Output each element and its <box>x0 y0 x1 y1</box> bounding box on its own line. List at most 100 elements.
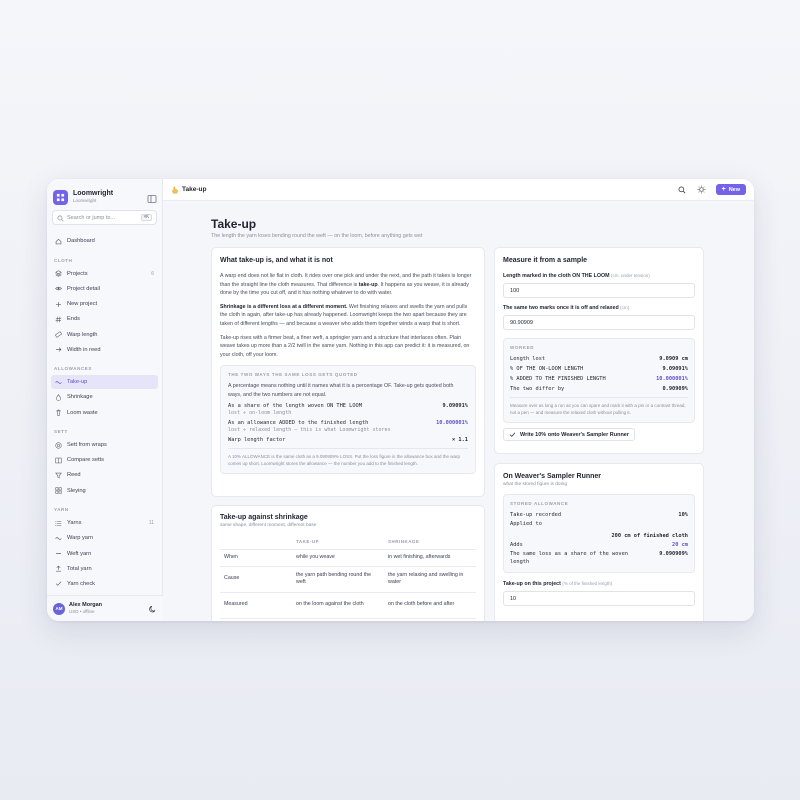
upload-icon <box>55 565 62 572</box>
sidebar-item-yarns[interactable]: Yarns 11 <box>51 516 158 531</box>
text-span: Length marked in the cloth ON THE LOOM <box>503 273 610 279</box>
sidebar-item-sett-from-wraps[interactable]: Sett from wraps <box>51 438 158 453</box>
quote-row-loss: As a share of the length woven ON THE LO… <box>228 403 468 409</box>
table-cell: in wet finishing, afterwards <box>384 549 476 567</box>
stored-row-value: 20 cm <box>672 542 688 548</box>
measure-card: Measure it from a sample Length marked i… <box>494 247 704 454</box>
user-profile[interactable]: AM Alex Morgan USD • offline <box>47 595 163 621</box>
quote-row-value: 10.000001% <box>436 419 468 426</box>
search-box[interactable]: Search or jump to... ⌘K <box>52 210 157 225</box>
search-icon[interactable] <box>676 184 688 196</box>
sidebar-item-ends[interactable]: Ends <box>51 312 158 327</box>
app-window: Loomwright Loomwright Search or jump to.… <box>47 179 754 621</box>
stored-row-label: The same loss as a share of the woven le… <box>510 551 628 565</box>
nav-section-sett: SETT <box>54 428 68 434</box>
sidebar-item-yarn-check[interactable]: Yarn check <box>51 577 158 592</box>
project-title: On Weaver's Sampler Runner <box>503 473 602 480</box>
sidebar-item-sleying[interactable]: Sleying <box>51 483 158 498</box>
sidebar-item-compare-setts[interactable]: Compare setts <box>51 453 158 468</box>
worked-row-value: 9.09091% <box>662 366 688 372</box>
columns-icon <box>55 457 62 464</box>
table-row: When while you weave in wet finishing, a… <box>220 549 476 567</box>
relaxed-length-label: The same two marks once it is off and re… <box>503 305 695 311</box>
sidebar-item-label: Projects <box>67 270 88 277</box>
sidebar-item-weft-yarn[interactable]: Weft yarn <box>51 546 158 561</box>
sidebar-item-label: Yarn check <box>67 580 96 587</box>
table-header <box>220 535 292 550</box>
brand[interactable]: Loomwright Loomwright <box>53 186 157 208</box>
table-row: Cause the yarn path bending round the we… <box>220 566 476 593</box>
new-button-label: New <box>728 186 740 193</box>
quote-row-label: Warp length factor <box>228 436 286 443</box>
stored-row-label: Take-up recorded <box>510 512 562 518</box>
worked-note: Measure over as long a run as you can sp… <box>510 403 686 415</box>
sidebar-item-warp-yarn[interactable]: Warp yarn <box>51 531 158 546</box>
quote-box-note: A 10% ALLOWANCE is the same cloth as a 9… <box>228 453 460 466</box>
stored-row: Adds 20 cm <box>510 542 688 548</box>
relaxed-length-input[interactable]: 90.90909 <box>503 315 695 330</box>
stored-allowance-box: STORED ALLOWANCE Take-up recorded 10% Ap… <box>503 494 695 573</box>
plus-icon: + <box>721 186 726 193</box>
layers-icon <box>55 270 62 277</box>
table-cell: the yarn relaxing and swelling in water <box>384 566 476 593</box>
sun-icon[interactable] <box>696 184 708 196</box>
write-allowance-button[interactable]: Write 10% onto Weaver's Sampler Runner <box>503 428 635 441</box>
worked-row-value: 0.90909% <box>662 386 688 392</box>
sidebar-item-label: Warp length <box>67 331 98 338</box>
sidebar-item-label: Shrinkage <box>67 394 93 401</box>
topbar: Take-up + New <box>163 179 754 201</box>
stored-row-label: Adds <box>510 542 523 548</box>
sidebar-item-dashboard[interactable]: Dashboard <box>51 234 158 249</box>
new-button[interactable]: + New <box>715 184 746 195</box>
sidebar-item-label: Loom waste <box>67 409 98 416</box>
explain-card: What take-up is, and what it is not A wa… <box>211 247 485 497</box>
stored-row-value: 9.090909% <box>659 551 688 557</box>
sidebar-item-reed[interactable]: Reed <box>51 468 158 483</box>
project-takeup-input[interactable]: 10 <box>503 591 695 606</box>
explain-title: What take-up is, and what it is not <box>220 257 333 264</box>
sidebar-item-loom-waste[interactable]: Loom waste <box>51 405 158 420</box>
measure-title: Measure it from a sample <box>503 257 588 264</box>
sidebar-item-count: 6 <box>151 270 154 277</box>
sidebar-item-label: Weft yarn <box>67 550 92 557</box>
list-icon <box>55 520 62 527</box>
quote-box-intro: A percentage means nothing until it name… <box>228 383 454 398</box>
topbar-title: Take-up <box>182 186 207 193</box>
trash-icon <box>55 409 62 416</box>
quote-row-label: As a share of the length woven ON THE LO… <box>228 402 362 409</box>
nav-section-cloth: CLOTH <box>54 257 73 263</box>
sidebar-item-warp-length[interactable]: Warp length <box>51 327 158 342</box>
sidebar-nav: Dashboard CLOTH Projects 6 Project detai… <box>51 234 158 592</box>
explain-paragraph-3: Take-up rises with a firmer beat, a fine… <box>220 334 470 358</box>
sidebar-item-projects[interactable]: Projects 6 <box>51 267 158 282</box>
project-card: On Weaver's Sampler Runner what the stor… <box>494 463 704 621</box>
plus-icon <box>55 301 62 308</box>
sidebar-toggle-icon[interactable] <box>147 191 157 203</box>
sidebar-item-total-yarn[interactable]: Total yarn <box>51 561 158 576</box>
moon-icon[interactable] <box>149 600 157 618</box>
on-loom-length-input[interactable]: 100 <box>503 283 695 298</box>
home-icon <box>55 238 62 245</box>
sidebar-item-label: Take-up <box>67 379 88 386</box>
stored-row-value: 200 cm of finished cloth <box>510 533 688 539</box>
quote-row-value: 9.09091% <box>442 402 468 409</box>
table-cell: on the cloth before and after <box>384 592 476 619</box>
worked-row: The two differ by 0.90909% <box>510 386 688 392</box>
stored-row: The same loss as a share of the woven le… <box>510 551 688 566</box>
sidebar-item-new-project[interactable]: New project <box>51 297 158 312</box>
sidebar-item-width-in-reed[interactable]: Width in reed <box>51 342 158 357</box>
loom-logo-icon <box>53 189 68 205</box>
table-cell: Cause <box>220 566 292 593</box>
text-span: The same two marks once it is off and re… <box>503 305 619 311</box>
sidebar-item-take-up[interactable]: Take-up <box>51 374 158 390</box>
sidebar-item-project-detail[interactable]: Project detail <box>51 282 158 297</box>
stored-row-label: Applied to <box>510 521 542 527</box>
sidebar-item-label: Reed <box>67 472 81 479</box>
nav-section-yarn: YARN <box>54 506 69 512</box>
page-title: Take-up <box>211 217 257 231</box>
page-content: Take-up The length the yarn loses bendin… <box>211 201 711 621</box>
sidebar-item-shrinkage[interactable]: Shrinkage <box>51 390 158 405</box>
compare-card: Take-up against shrinkage same shape, di… <box>211 505 485 621</box>
worked-box: WORKED Length lost 9.0909 cm % OF THE ON… <box>503 338 695 423</box>
project-subtitle: what the stored figure is doing <box>503 482 567 487</box>
